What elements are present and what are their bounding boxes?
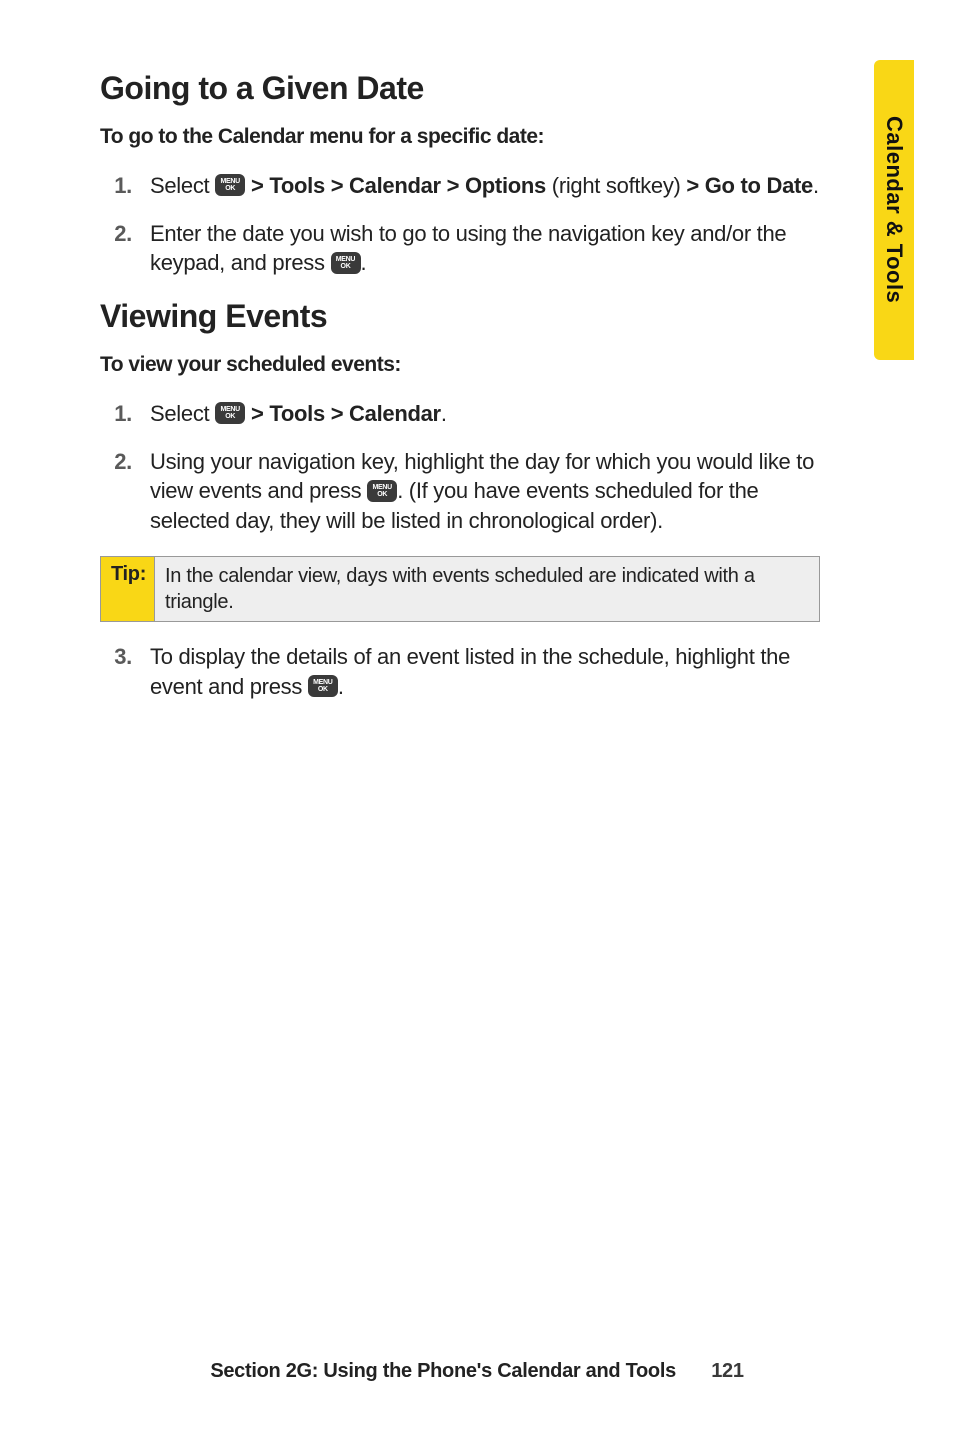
steps-going-to-date: 1. Select MENUOK > Tools > Calendar > Op…	[100, 171, 820, 278]
text: .	[338, 674, 344, 699]
menu-ok-icon: MENUOK	[215, 174, 245, 196]
steps-viewing-events-continued: 3. To display the details of an event li…	[100, 642, 820, 701]
text: Select	[150, 401, 215, 426]
icon-line1: MENU	[220, 178, 239, 185]
tip-box: Tip: In the calendar view, days with eve…	[100, 556, 820, 622]
icon-line1: MENU	[313, 679, 332, 686]
tip-label: Tip:	[101, 557, 155, 621]
bold-text: Go to Date	[705, 173, 813, 198]
subheading-specific-date: To go to the Calendar menu for a specifi…	[100, 125, 820, 149]
heading-going-to-date: Going to a Given Date	[100, 70, 820, 107]
content-column: Going to a Given Date To go to the Calen…	[100, 70, 820, 701]
menu-ok-icon: MENUOK	[308, 675, 338, 697]
step-body: Using your navigation key, highlight the…	[150, 447, 820, 536]
icon-line2: OK	[341, 263, 351, 270]
step-1: 1. Select MENUOK > Tools > Calendar.	[100, 399, 820, 429]
page-footer: Section 2G: Using the Phone's Calendar a…	[0, 1360, 954, 1383]
text: Enter the date you wish to go to using t…	[150, 221, 786, 276]
side-tab: Calendar & Tools	[874, 60, 914, 360]
menu-ok-icon: MENUOK	[367, 480, 397, 502]
menu-ok-icon: MENUOK	[215, 402, 245, 424]
bold-text: Tools > Calendar	[269, 401, 440, 426]
icon-line2: OK	[377, 491, 387, 498]
bold-text: Tools > Calendar > Options	[269, 173, 546, 198]
text: >	[251, 401, 269, 426]
text: (right softkey)	[546, 173, 686, 198]
text: >	[686, 173, 704, 198]
step-2: 2. Enter the date you wish to go to usin…	[100, 219, 820, 278]
text: .	[441, 401, 447, 426]
step-body: To display the details of an event liste…	[150, 642, 820, 701]
side-tab-label: Calendar & Tools	[881, 116, 907, 303]
step-number: 1.	[100, 171, 150, 201]
heading-viewing-events: Viewing Events	[100, 298, 820, 335]
text: .	[361, 250, 367, 275]
step-1: 1. Select MENUOK > Tools > Calendar > Op…	[100, 171, 820, 201]
subheading-view-events: To view your scheduled events:	[100, 353, 820, 377]
step-number: 2.	[100, 447, 150, 536]
text: To display the details of an event liste…	[150, 644, 790, 699]
steps-viewing-events: 1. Select MENUOK > Tools > Calendar. 2. …	[100, 399, 820, 536]
menu-ok-icon: MENUOK	[331, 252, 361, 274]
text: Select	[150, 173, 215, 198]
icon-line2: OK	[225, 413, 235, 420]
icon-line1: MENU	[372, 484, 391, 491]
tip-body: In the calendar view, days with events s…	[155, 557, 819, 621]
step-body: Select MENUOK > Tools > Calendar.	[150, 399, 820, 429]
step-body: Select MENUOK > Tools > Calendar > Optio…	[150, 171, 820, 201]
step-body: Enter the date you wish to go to using t…	[150, 219, 820, 278]
icon-line1: MENU	[220, 406, 239, 413]
icon-line1: MENU	[336, 256, 355, 263]
footer-text: Section 2G: Using the Phone's Calendar a…	[210, 1360, 676, 1382]
step-3: 3. To display the details of an event li…	[100, 642, 820, 701]
step-number: 2.	[100, 219, 150, 278]
step-number: 1.	[100, 399, 150, 429]
page-number: 121	[711, 1360, 743, 1383]
step-number: 3.	[100, 642, 150, 701]
text: >	[251, 173, 269, 198]
text: .	[813, 173, 819, 198]
icon-line2: OK	[318, 686, 328, 693]
page: Calendar & Tools Going to a Given Date T…	[0, 0, 954, 1431]
step-2: 2. Using your navigation key, highlight …	[100, 447, 820, 536]
icon-line2: OK	[225, 185, 235, 192]
